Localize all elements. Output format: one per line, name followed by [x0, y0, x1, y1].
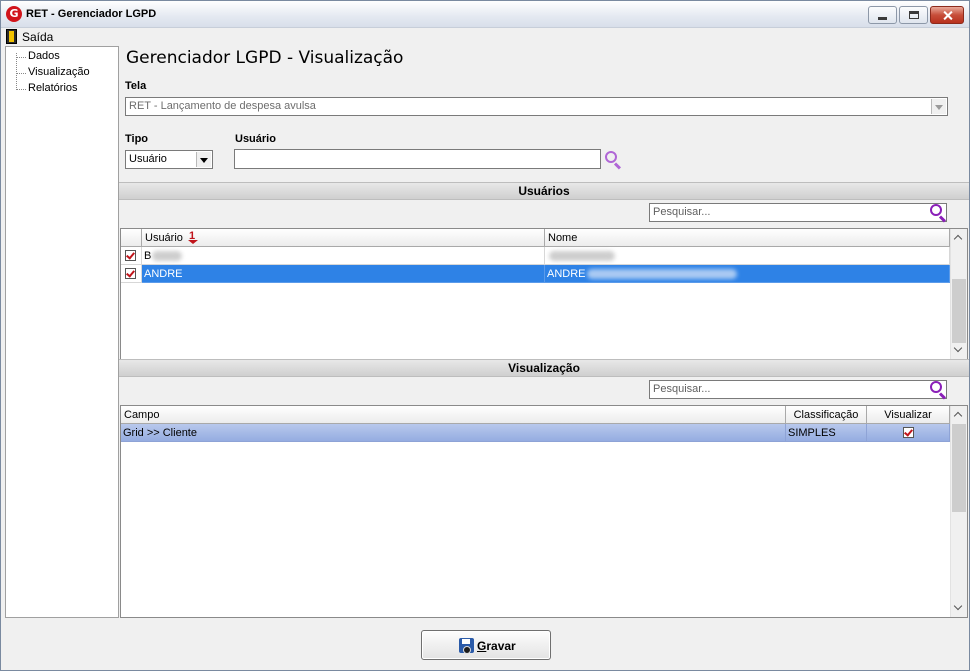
tela-select[interactable]: RET - Lançamento de despesa avulsa — [125, 97, 948, 116]
view-col-campo[interactable]: Campo — [121, 406, 786, 424]
floppy-disk-icon — [459, 638, 474, 654]
close-button[interactable] — [930, 6, 964, 24]
scroll-up-icon[interactable] — [951, 406, 967, 423]
table-row-selected[interactable]: ANDRE ANDRE — [121, 265, 950, 283]
tree-item-label: Dados — [28, 50, 60, 62]
tipo-select[interactable]: Usuário — [125, 150, 213, 169]
redacted-text — [549, 251, 615, 261]
minimize-icon — [869, 7, 896, 23]
scrollbar-thumb[interactable] — [952, 424, 966, 512]
maximize-button[interactable] — [899, 6, 928, 24]
cell-campo: Grid >> Cliente — [123, 427, 197, 439]
users-search-icon[interactable] — [930, 204, 948, 223]
users-col-usuario[interactable]: Usuário 1 — [142, 229, 545, 247]
column-header-label: Usuário — [145, 232, 183, 244]
users-grid-scrollbar[interactable] — [950, 229, 967, 359]
scroll-down-icon[interactable] — [951, 600, 967, 617]
maximize-icon — [900, 7, 927, 23]
tela-label: Tela — [125, 80, 147, 92]
row-checkbox[interactable] — [125, 268, 136, 279]
minimize-button[interactable] — [868, 6, 897, 24]
column-header-label: Campo — [124, 409, 160, 421]
row-checkbox[interactable] — [125, 250, 136, 261]
users-col-nome[interactable]: Nome — [545, 229, 950, 247]
tree-item-label: Relatórios — [28, 82, 78, 94]
menu-bar: Saída — [1, 28, 969, 46]
view-search-placeholder: Pesquisar... — [653, 383, 711, 395]
app-window: G RET - Gerenciador LGPD Saída Dados Vis… — [0, 0, 970, 671]
redacted-text — [152, 251, 182, 261]
menu-exit-label: Saída — [22, 30, 54, 44]
main-content: Gerenciador LGPD - Visualização Tela RET… — [119, 46, 969, 626]
tipo-select-value: Usuário — [129, 153, 167, 165]
tela-select-value: RET - Lançamento de despesa avulsa — [129, 100, 316, 112]
view-search-icon[interactable] — [930, 381, 948, 400]
users-search-input[interactable]: Pesquisar... — [649, 203, 947, 222]
scroll-up-icon[interactable] — [951, 229, 967, 246]
title-bar: G RET - Gerenciador LGPD — [1, 1, 969, 28]
app-logo-icon: G — [6, 6, 22, 22]
view-grid: Campo Classificação Visualizar Grid >> C… — [120, 405, 968, 618]
navigation-tree: Dados Visualização Relatórios — [5, 46, 119, 618]
save-button[interactable]: Gravar — [421, 630, 551, 660]
user-search-icon[interactable] — [605, 151, 623, 170]
view-section-header: Visualização — [119, 359, 969, 377]
users-search-placeholder: Pesquisar... — [653, 206, 711, 218]
scroll-down-icon[interactable] — [951, 342, 967, 359]
table-row[interactable]: B — [121, 247, 950, 265]
scrollbar-thumb[interactable] — [952, 279, 966, 343]
cell-usuario: B — [144, 250, 152, 262]
users-grid-check-header — [121, 229, 142, 247]
usuario-input[interactable] — [234, 149, 601, 169]
chevron-down-icon — [931, 99, 946, 114]
users-grid: Usuário 1 Nome B ANDRE ANDRE — [120, 228, 968, 360]
tree-connector — [16, 53, 17, 90]
column-header-label: Nome — [548, 232, 578, 244]
window-title: RET - Gerenciador LGPD — [26, 8, 157, 20]
door-exit-icon — [6, 29, 17, 44]
column-header-label: Visualizar — [884, 409, 932, 421]
chevron-down-icon — [196, 152, 211, 167]
save-button-label: Gravar — [477, 639, 516, 653]
usuario-label: Usuário — [235, 133, 276, 145]
users-section-header: Usuários — [119, 182, 969, 200]
view-grid-scrollbar[interactable] — [950, 406, 967, 617]
redacted-text — [587, 269, 737, 279]
close-icon — [931, 7, 963, 23]
visualizar-checkbox[interactable] — [903, 427, 914, 438]
tree-item-label: Visualização — [28, 66, 90, 78]
view-search-input[interactable]: Pesquisar... — [649, 380, 947, 399]
view-col-classificacao[interactable]: Classificação — [786, 406, 867, 424]
sort-descending-icon: 1 — [188, 230, 198, 245]
view-col-visualizar[interactable]: Visualizar — [867, 406, 950, 424]
cell-classificacao: SIMPLES — [788, 427, 836, 439]
table-row[interactable]: Grid >> Cliente SIMPLES — [121, 424, 950, 442]
column-header-label: Classificação — [793, 409, 859, 421]
cell-nome: ANDRE — [547, 268, 586, 280]
page-title: Gerenciador LGPD - Visualização — [126, 48, 404, 68]
cell-usuario: ANDRE — [144, 268, 183, 280]
tipo-label: Tipo — [125, 133, 149, 145]
